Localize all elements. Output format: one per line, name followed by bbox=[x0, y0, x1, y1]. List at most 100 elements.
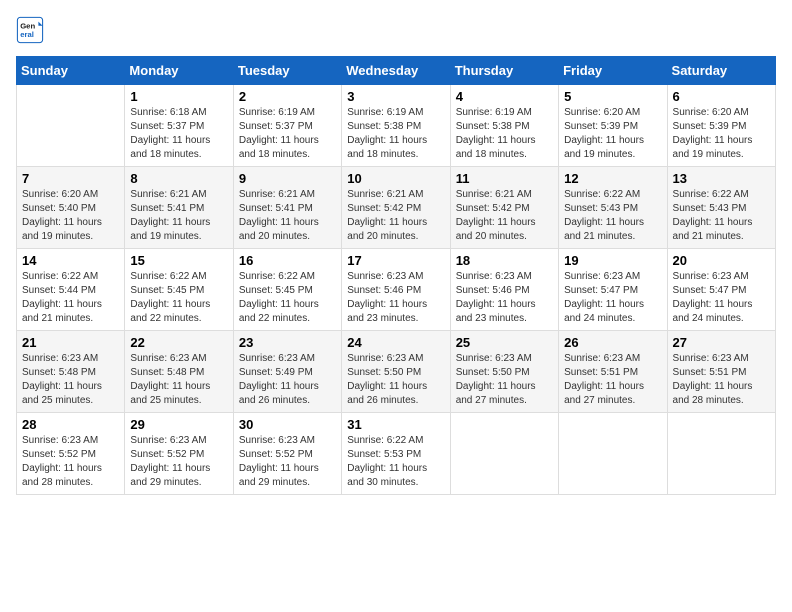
weekday-header-sunday: Sunday bbox=[17, 57, 125, 85]
calendar-cell: 7 Sunrise: 6:20 AM Sunset: 5:40 PM Daylig… bbox=[17, 167, 125, 249]
day-info: Sunrise: 6:23 AM Sunset: 5:50 PM Dayligh… bbox=[456, 352, 553, 408]
calendar-week-1: 1Sunrise: 6:18 AM Sunset: 5:37 PM Daylig… bbox=[17, 85, 776, 167]
calendar-cell: 4Sunrise: 6:19 AM Sunset: 5:38 PM Daylig… bbox=[450, 85, 558, 167]
calendar-cell: 5 Sunrise: 6:20 AM Sunset: 5:39 PM Daylig… bbox=[559, 85, 667, 167]
day-info: Sunrise: 6:23 AM Sunset: 5:52 PM Dayligh… bbox=[130, 434, 227, 490]
day-info: Sunrise: 6:23 AM Sunset: 5:51 PM Dayligh… bbox=[673, 352, 770, 408]
day-number: 4 bbox=[456, 89, 553, 104]
day-info: Sunrise: 6:23 AM Sunset: 5:50 PM Dayligh… bbox=[347, 352, 444, 408]
day-info: Sunrise: 6:23 AM Sunset: 5:52 PM Dayligh… bbox=[22, 434, 119, 490]
day-info: Sunrise: 6:23 AM Sunset: 5:46 PM Dayligh… bbox=[347, 270, 444, 326]
day-info: Sunrise: 6:21 AM Sunset: 5:42 PM Dayligh… bbox=[456, 188, 553, 244]
day-info: Sunrise: 6:21 AM Sunset: 5:42 PM Dayligh… bbox=[347, 188, 444, 244]
weekday-header-saturday: Saturday bbox=[667, 57, 775, 85]
calendar-cell bbox=[667, 413, 775, 495]
day-info: Sunrise: 6:20 AM Sunset: 5:40 PM Dayligh… bbox=[22, 188, 119, 244]
day-number: 18 bbox=[456, 253, 553, 268]
calendar-cell bbox=[450, 413, 558, 495]
svg-text:eral: eral bbox=[20, 30, 34, 39]
day-number: 9 bbox=[239, 171, 336, 186]
day-number: 29 bbox=[130, 417, 227, 432]
day-number: 7 bbox=[22, 171, 119, 186]
day-number: 8 bbox=[130, 171, 227, 186]
day-info: Sunrise: 6:20 AM Sunset: 5:39 PM Dayligh… bbox=[564, 106, 661, 162]
calendar-cell: 9 Sunrise: 6:21 AM Sunset: 5:41 PM Daylig… bbox=[233, 167, 341, 249]
day-info: Sunrise: 6:23 AM Sunset: 5:46 PM Dayligh… bbox=[456, 270, 553, 326]
calendar-cell bbox=[559, 413, 667, 495]
calendar-cell: 26 Sunrise: 6:23 AM Sunset: 5:51 PM Dayli… bbox=[559, 331, 667, 413]
calendar-cell: 19Sunrise: 6:23 AM Sunset: 5:47 PM Dayli… bbox=[559, 249, 667, 331]
day-number: 15 bbox=[130, 253, 227, 268]
calendar-cell: 31 Sunrise: 6:22 AM Sunset: 5:53 PM Dayli… bbox=[342, 413, 450, 495]
weekday-header-wednesday: Wednesday bbox=[342, 57, 450, 85]
day-info: Sunrise: 6:18 AM Sunset: 5:37 PM Dayligh… bbox=[130, 106, 227, 162]
day-number: 6 bbox=[673, 89, 770, 104]
day-info: Sunrise: 6:22 AM Sunset: 5:43 PM Dayligh… bbox=[673, 188, 770, 244]
calendar-cell: 30 Sunrise: 6:23 AM Sunset: 5:52 PM Dayli… bbox=[233, 413, 341, 495]
calendar-cell: 20Sunrise: 6:23 AM Sunset: 5:47 PM Dayli… bbox=[667, 249, 775, 331]
calendar-body: 1Sunrise: 6:18 AM Sunset: 5:37 PM Daylig… bbox=[17, 85, 776, 495]
day-number: 19 bbox=[564, 253, 661, 268]
day-number: 16 bbox=[239, 253, 336, 268]
day-number: 5 bbox=[564, 89, 661, 104]
day-number: 17 bbox=[347, 253, 444, 268]
calendar-week-3: 14 Sunrise: 6:22 AM Sunset: 5:44 PM Dayli… bbox=[17, 249, 776, 331]
logo: Gen eral bbox=[16, 16, 48, 44]
logo-icon: Gen eral bbox=[16, 16, 44, 44]
calendar-cell: 28Sunrise: 6:23 AM Sunset: 5:52 PM Dayli… bbox=[17, 413, 125, 495]
calendar-cell: 18 Sunrise: 6:23 AM Sunset: 5:46 PM Dayli… bbox=[450, 249, 558, 331]
weekday-header-thursday: Thursday bbox=[450, 57, 558, 85]
calendar-cell: 24 Sunrise: 6:23 AM Sunset: 5:50 PM Dayli… bbox=[342, 331, 450, 413]
day-info: Sunrise: 6:23 AM Sunset: 5:51 PM Dayligh… bbox=[564, 352, 661, 408]
calendar-header-row: SundayMondayTuesdayWednesdayThursdayFrid… bbox=[17, 57, 776, 85]
day-info: Sunrise: 6:22 AM Sunset: 5:45 PM Dayligh… bbox=[239, 270, 336, 326]
calendar-cell: 15 Sunrise: 6:22 AM Sunset: 5:45 PM Dayli… bbox=[125, 249, 233, 331]
weekday-header-friday: Friday bbox=[559, 57, 667, 85]
calendar-cell: 1Sunrise: 6:18 AM Sunset: 5:37 PM Daylig… bbox=[125, 85, 233, 167]
calendar-cell: 8Sunrise: 6:21 AM Sunset: 5:41 PM Daylig… bbox=[125, 167, 233, 249]
day-number: 31 bbox=[347, 417, 444, 432]
calendar-week-5: 28Sunrise: 6:23 AM Sunset: 5:52 PM Dayli… bbox=[17, 413, 776, 495]
calendar-cell: 10 Sunrise: 6:21 AM Sunset: 5:42 PM Dayli… bbox=[342, 167, 450, 249]
weekday-header-tuesday: Tuesday bbox=[233, 57, 341, 85]
day-number: 10 bbox=[347, 171, 444, 186]
day-number: 2 bbox=[239, 89, 336, 104]
calendar-cell: 2Sunrise: 6:19 AM Sunset: 5:37 PM Daylig… bbox=[233, 85, 341, 167]
day-number: 25 bbox=[456, 335, 553, 350]
day-info: Sunrise: 6:20 AM Sunset: 5:39 PM Dayligh… bbox=[673, 106, 770, 162]
svg-text:Gen: Gen bbox=[20, 22, 35, 31]
calendar-week-2: 7 Sunrise: 6:20 AM Sunset: 5:40 PM Daylig… bbox=[17, 167, 776, 249]
calendar-cell: 16 Sunrise: 6:22 AM Sunset: 5:45 PM Dayli… bbox=[233, 249, 341, 331]
day-number: 14 bbox=[22, 253, 119, 268]
day-info: Sunrise: 6:23 AM Sunset: 5:48 PM Dayligh… bbox=[130, 352, 227, 408]
calendar-cell: 14 Sunrise: 6:22 AM Sunset: 5:44 PM Dayli… bbox=[17, 249, 125, 331]
calendar-cell: 13 Sunrise: 6:22 AM Sunset: 5:43 PM Dayli… bbox=[667, 167, 775, 249]
day-number: 23 bbox=[239, 335, 336, 350]
day-info: Sunrise: 6:21 AM Sunset: 5:41 PM Dayligh… bbox=[239, 188, 336, 244]
day-info: Sunrise: 6:23 AM Sunset: 5:47 PM Dayligh… bbox=[673, 270, 770, 326]
day-info: Sunrise: 6:22 AM Sunset: 5:44 PM Dayligh… bbox=[22, 270, 119, 326]
day-number: 30 bbox=[239, 417, 336, 432]
day-number: 24 bbox=[347, 335, 444, 350]
calendar-cell: 6 Sunrise: 6:20 AM Sunset: 5:39 PM Daylig… bbox=[667, 85, 775, 167]
day-number: 12 bbox=[564, 171, 661, 186]
calendar-week-4: 21 Sunrise: 6:23 AM Sunset: 5:48 PM Dayli… bbox=[17, 331, 776, 413]
calendar-cell: 11Sunrise: 6:21 AM Sunset: 5:42 PM Dayli… bbox=[450, 167, 558, 249]
day-info: Sunrise: 6:22 AM Sunset: 5:43 PM Dayligh… bbox=[564, 188, 661, 244]
day-number: 26 bbox=[564, 335, 661, 350]
day-info: Sunrise: 6:22 AM Sunset: 5:53 PM Dayligh… bbox=[347, 434, 444, 490]
day-info: Sunrise: 6:22 AM Sunset: 5:45 PM Dayligh… bbox=[130, 270, 227, 326]
calendar-cell: 17 Sunrise: 6:23 AM Sunset: 5:46 PM Dayli… bbox=[342, 249, 450, 331]
calendar-cell: 22Sunrise: 6:23 AM Sunset: 5:48 PM Dayli… bbox=[125, 331, 233, 413]
weekday-header-monday: Monday bbox=[125, 57, 233, 85]
day-info: Sunrise: 6:19 AM Sunset: 5:38 PM Dayligh… bbox=[347, 106, 444, 162]
calendar-cell bbox=[17, 85, 125, 167]
calendar-cell: 23 Sunrise: 6:23 AM Sunset: 5:49 PM Dayli… bbox=[233, 331, 341, 413]
day-number: 13 bbox=[673, 171, 770, 186]
day-number: 27 bbox=[673, 335, 770, 350]
calendar-cell: 27 Sunrise: 6:23 AM Sunset: 5:51 PM Dayli… bbox=[667, 331, 775, 413]
calendar-table: SundayMondayTuesdayWednesdayThursdayFrid… bbox=[16, 56, 776, 495]
day-info: Sunrise: 6:23 AM Sunset: 5:52 PM Dayligh… bbox=[239, 434, 336, 490]
day-info: Sunrise: 6:23 AM Sunset: 5:49 PM Dayligh… bbox=[239, 352, 336, 408]
day-number: 21 bbox=[22, 335, 119, 350]
